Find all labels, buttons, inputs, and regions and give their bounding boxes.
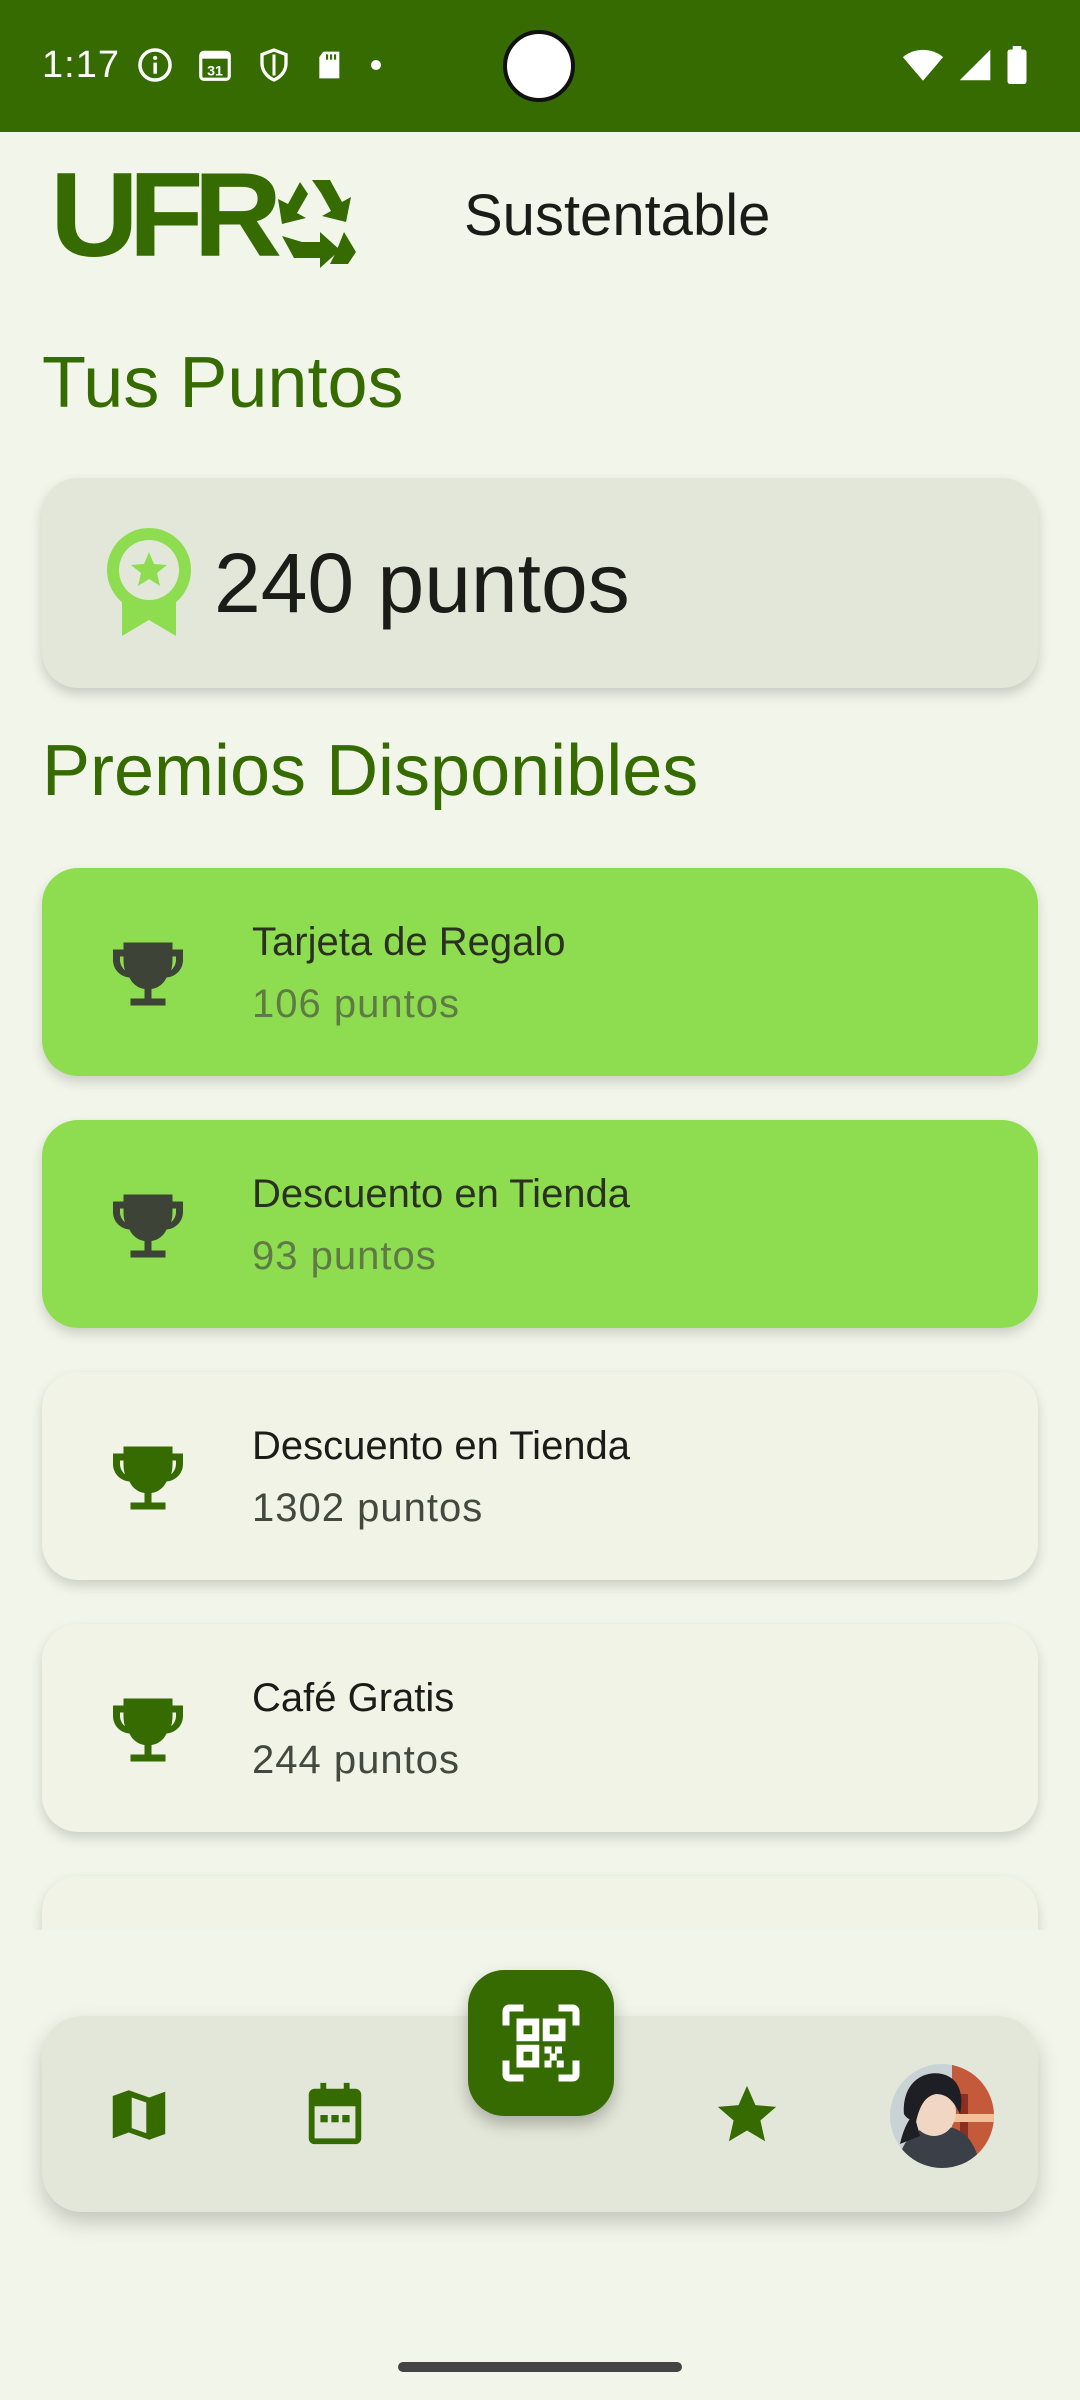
qr-scan-button[interactable] bbox=[468, 1970, 614, 2116]
award-badge-icon bbox=[107, 528, 191, 636]
points-card: 240 puntos bbox=[42, 478, 1038, 688]
prize-card[interactable]: Tarjeta de Regalo 106 puntos bbox=[42, 868, 1038, 1076]
avatar[interactable] bbox=[890, 2064, 994, 2168]
status-icons-right bbox=[902, 46, 1028, 84]
prize-cost: 106 puntos bbox=[252, 982, 460, 1026]
front-camera bbox=[503, 30, 575, 102]
prize-card-partial[interactable] bbox=[42, 1876, 1038, 1930]
qr-scan-icon bbox=[502, 2004, 580, 2082]
prize-card[interactable]: Café Gratis 244 puntos bbox=[42, 1624, 1038, 1832]
trophy-icon bbox=[113, 1446, 183, 1510]
status-icons-left: 31 bbox=[136, 46, 384, 84]
wifi-icon bbox=[902, 49, 944, 81]
calendar-icon[interactable] bbox=[300, 2080, 370, 2150]
trophy-icon bbox=[113, 942, 183, 1006]
trophy-icon bbox=[113, 1194, 183, 1258]
shield-icon bbox=[260, 48, 288, 82]
home-indicator[interactable] bbox=[398, 2362, 682, 2372]
trophy-icon bbox=[113, 1698, 183, 1762]
prize-card[interactable]: Descuento en Tienda 93 puntos bbox=[42, 1120, 1038, 1328]
prize-cost: 1302 puntos bbox=[252, 1486, 484, 1530]
prize-cost: 244 puntos bbox=[252, 1738, 460, 1782]
info-icon bbox=[138, 48, 172, 82]
app-subtitle: Sustentable bbox=[464, 182, 771, 248]
sd-card-icon bbox=[319, 51, 340, 79]
prize-name: Descuento en Tienda bbox=[252, 1424, 631, 1468]
prize-name: Café Gratis bbox=[252, 1676, 455, 1720]
prize-cost: 93 puntos bbox=[252, 1234, 437, 1278]
prize-name: Descuento en Tienda bbox=[252, 1172, 631, 1216]
points-value: 240 puntos bbox=[214, 535, 630, 630]
map-icon[interactable] bbox=[104, 2080, 174, 2150]
dot-icon bbox=[371, 60, 381, 70]
logo-text: UFR bbox=[50, 160, 281, 270]
star-icon[interactable] bbox=[712, 2080, 782, 2150]
status-time: 1:17 bbox=[42, 44, 120, 86]
prizes-list[interactable]: Tarjeta de Regalo 106 puntos Descuento e… bbox=[0, 860, 1080, 1930]
prize-card[interactable]: Descuento en Tienda 1302 puntos bbox=[42, 1372, 1038, 1580]
app-header: UFR Sustentable bbox=[50, 160, 770, 270]
recycle-icon bbox=[278, 180, 356, 268]
battery-icon bbox=[1007, 46, 1027, 84]
signal-icon bbox=[959, 49, 991, 81]
prizes-section-title: Premios Disponibles bbox=[42, 731, 699, 811]
avatar-image bbox=[890, 2064, 994, 2168]
calendar-day: 31 bbox=[207, 63, 223, 79]
prize-name: Tarjeta de Regalo bbox=[252, 920, 566, 964]
points-section-title: Tus Puntos bbox=[42, 343, 404, 423]
status-bar: 1:17 31 bbox=[0, 0, 1080, 132]
ufro-logo: UFR bbox=[50, 160, 356, 270]
calendar-icon: 31 bbox=[199, 50, 231, 81]
